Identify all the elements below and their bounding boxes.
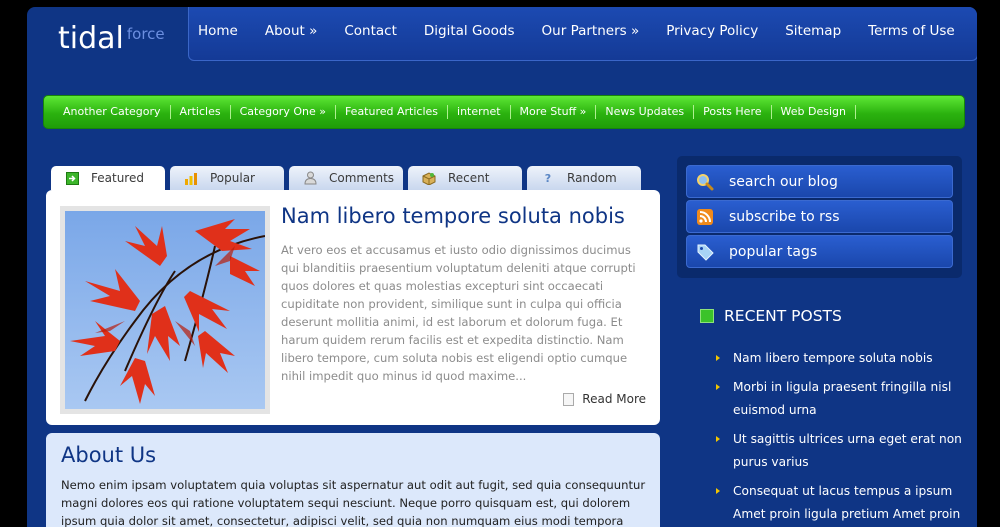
tab-featured[interactable]: Featured [51,166,165,190]
nav-about[interactable]: About » [265,23,317,39]
search-blog-label: search our blog [729,173,838,190]
tab-random[interactable]: ? Random [527,166,641,190]
document-icon [563,392,575,406]
arrow-bullet-icon [716,488,720,494]
featured-title[interactable]: Nam libero tempore soluta nobis [281,204,625,228]
category-news-updates[interactable]: News Updates [596,105,695,119]
nav-privacy-policy[interactable]: Privacy Policy [666,23,758,39]
tab-label: Popular [210,171,255,185]
rss-icon [696,208,714,226]
tag-icon [696,243,714,261]
tab-popular[interactable]: Popular [170,166,284,190]
magnifier-icon [696,173,714,191]
category-internet[interactable]: internet [448,105,511,119]
site-logo[interactable]: tidal force [58,21,165,56]
featured-excerpt: At vero eos et accusamus et iusto odio d… [281,243,636,383]
recent-posts-heading: RECENT POSTS [700,307,842,325]
nav-contact[interactable]: Contact [344,23,397,39]
arrow-bullet-icon [716,436,720,442]
read-more-label: Read More [582,392,646,406]
nav-home[interactable]: Home [198,23,238,39]
tab-label: Comments [329,171,395,185]
recent-post-link[interactable]: Nam libero tempore soluta nobis [716,347,966,370]
popular-tags-label: popular tags [729,243,818,260]
about-text: Nemo enim ipsam voluptatem quia voluptas… [61,478,646,527]
nav-terms-of-use[interactable]: Terms of Use [868,23,955,39]
category-featured-articles[interactable]: Featured Articles [336,105,449,119]
recent-post-link[interactable]: Consequat ut lacus tempus a ipsum Amet p… [716,480,966,526]
recent-post-title: Morbi in ligula praesent fringilla nisl … [733,380,952,417]
category-articles[interactable]: Articles [171,105,231,119]
category-category-one[interactable]: Category One » [231,105,336,119]
about-title: About Us [61,443,157,467]
recent-post-link[interactable]: Morbi in ligula praesent fringilla nisl … [716,376,966,422]
tab-label: Featured [91,171,144,185]
category-web-design[interactable]: Web Design [772,105,856,119]
arrow-bullet-icon [716,384,720,390]
bar-chart-icon [184,171,198,185]
box-icon [422,171,436,185]
subscribe-rss-button[interactable]: subscribe to rss [686,200,953,233]
arrow-bullet-icon [716,355,720,361]
arrow-box-icon [65,171,79,185]
content-tabs: Featured Popular Comments Recent ? Rando… [51,166,646,190]
category-another-category[interactable]: Another Category [54,105,171,119]
popular-tags-button[interactable]: popular tags [686,235,953,268]
tab-label: Random [567,171,617,185]
tab-recent[interactable]: Recent [408,166,522,190]
category-bar: Another Category Articles Category One »… [43,95,965,129]
page: tidal force Home About » Contact Digital … [27,7,977,527]
logo-main-text: tidal [58,21,124,56]
user-icon [303,171,317,185]
featured-image[interactable] [60,206,270,414]
nav-sitemap[interactable]: Sitemap [785,23,841,39]
search-blog-button[interactable]: search our blog [686,165,953,198]
subscribe-rss-label: subscribe to rss [729,208,840,225]
recent-posts-list: Nam libero tempore soluta nobis Morbi in… [716,347,966,527]
featured-panel: Nam libero tempore soluta nobis At vero … [46,190,660,425]
recent-post-title: Nam libero tempore soluta nobis [733,351,933,365]
recent-post-title: Consequat ut lacus tempus a ipsum Amet p… [733,484,961,521]
recent-posts-title: RECENT POSTS [724,307,842,325]
nav-our-partners[interactable]: Our Partners » [542,23,640,39]
square-bullet-icon [700,309,714,323]
tab-label: Recent [448,171,490,185]
top-navigation: Home About » Contact Digital Goods Our P… [188,7,977,61]
logo-sub-text: force [126,25,165,43]
tab-comments[interactable]: Comments [289,166,403,190]
sidebar-actions: search our blog subscribe to rss popular… [677,156,962,278]
recent-post-title: Ut sagittis ultrices urna eget erat non … [733,432,962,469]
about-panel: About Us Nemo enim ipsam voluptatem quia… [46,433,660,527]
category-more-stuff[interactable]: More Stuff » [511,105,597,119]
recent-post-link[interactable]: Ut sagittis ultrices urna eget erat non … [716,428,966,474]
nav-digital-goods[interactable]: Digital Goods [424,23,515,39]
read-more-link[interactable]: Read More [563,392,646,406]
question-icon: ? [544,171,552,185]
category-posts-here[interactable]: Posts Here [694,105,772,119]
